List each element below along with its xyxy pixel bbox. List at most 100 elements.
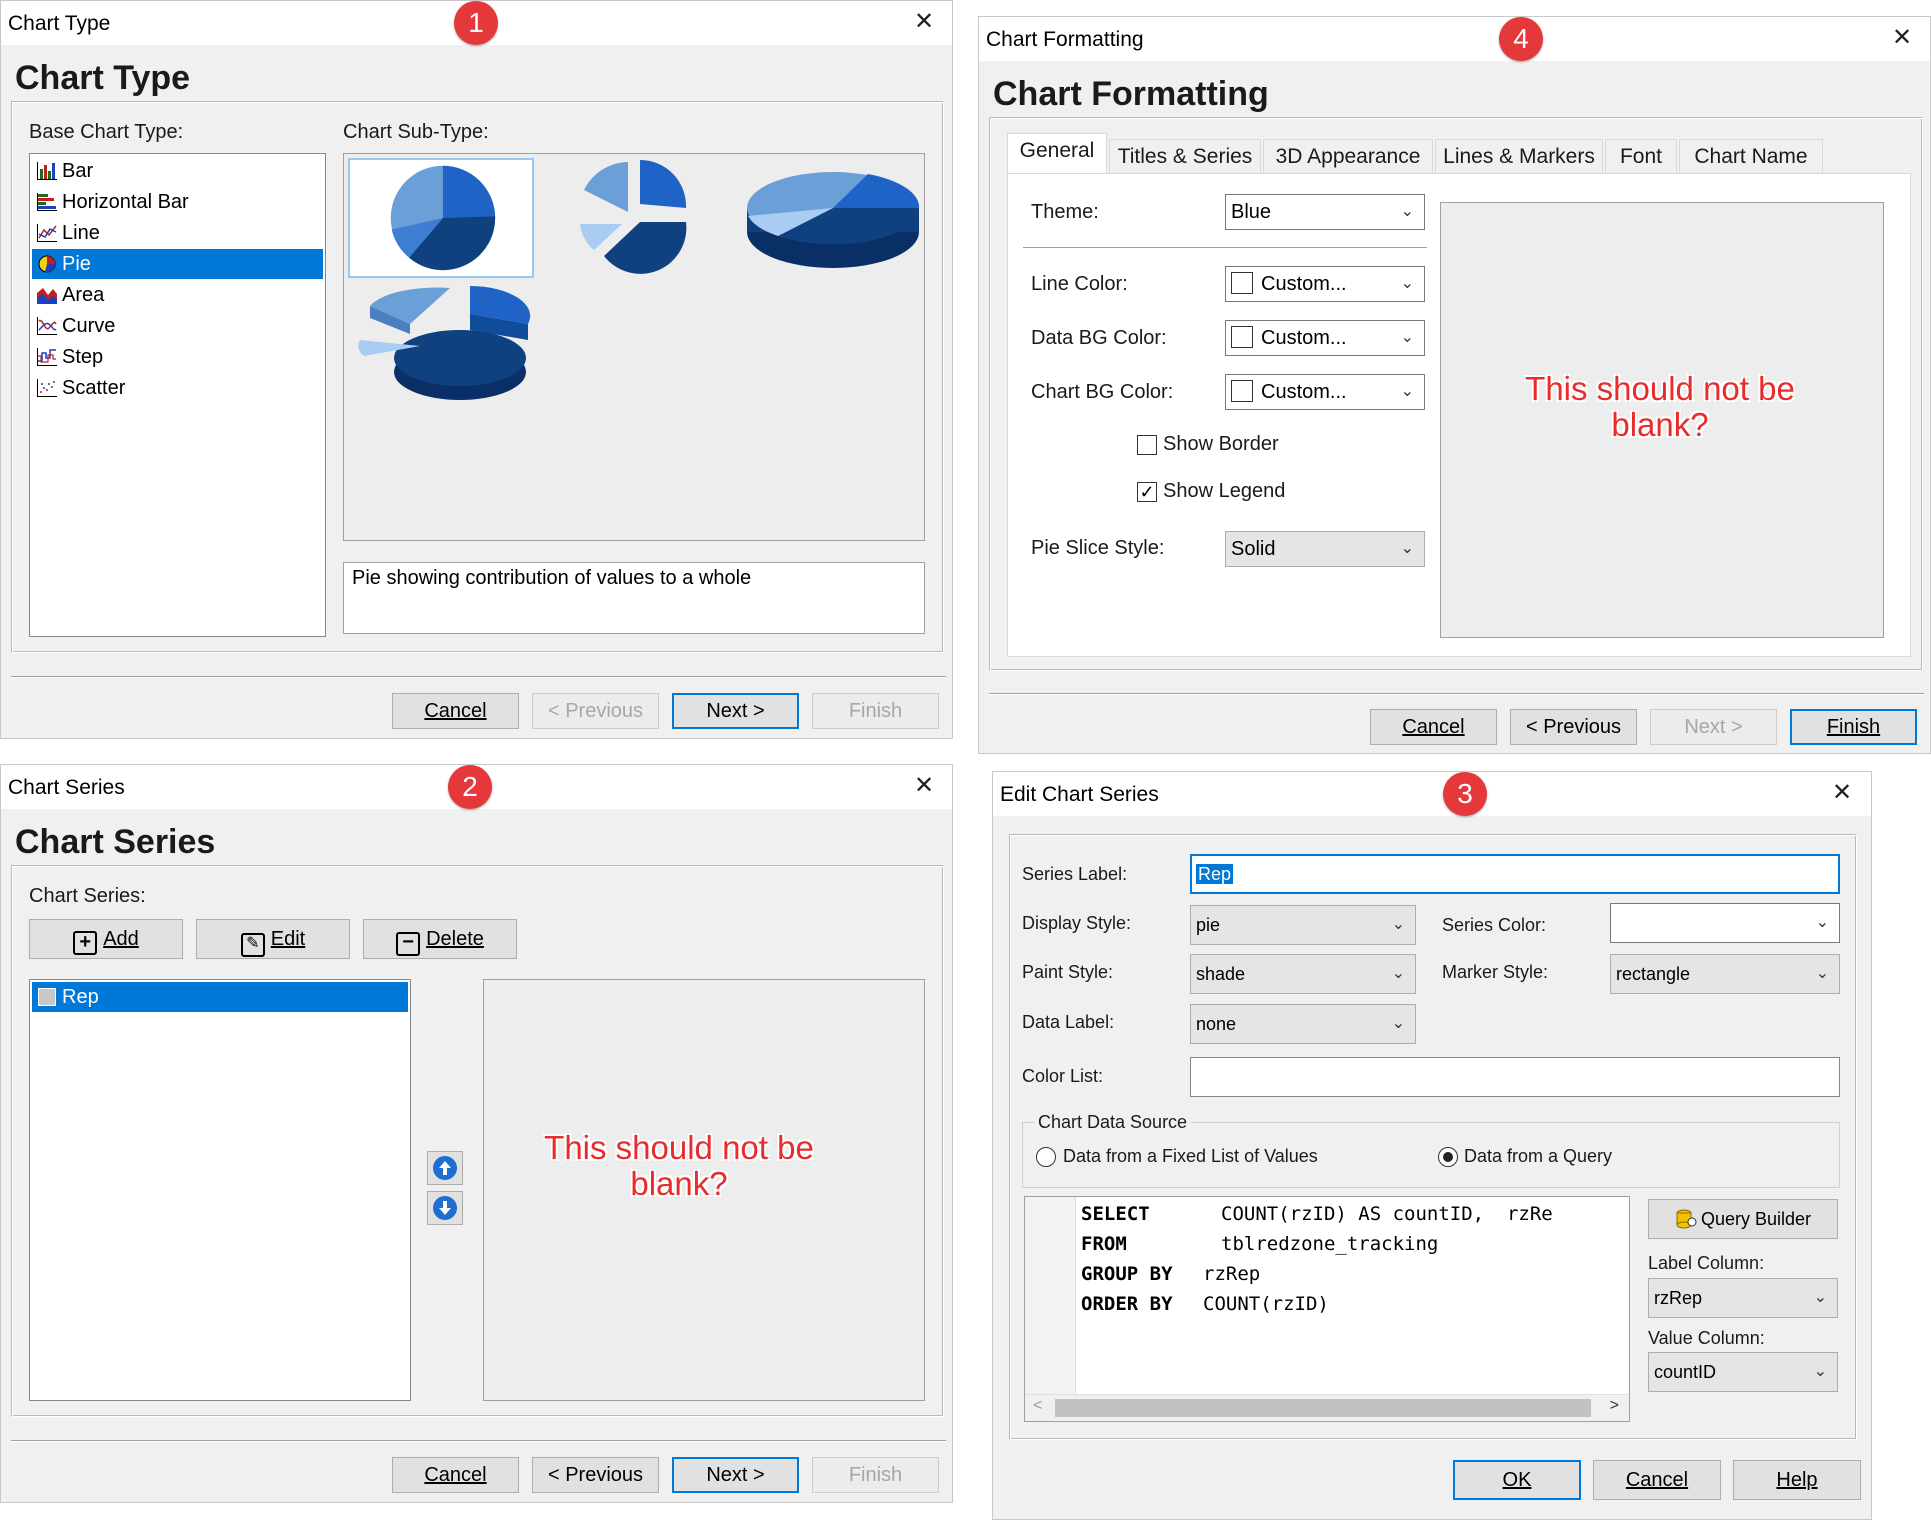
display-style-select[interactable]: pie ⌄: [1190, 905, 1416, 945]
delete-button[interactable]: − Delete: [363, 919, 517, 959]
sub-type-description: Pie showing contribution of values to a …: [343, 562, 925, 634]
tab-chart-name[interactable]: Chart Name: [1679, 139, 1823, 173]
series-label-label: Series Label:: [1022, 864, 1128, 884]
list-item-step[interactable]: Step: [32, 342, 323, 372]
paint-style-label: Paint Style:: [1022, 962, 1114, 982]
divider: [1023, 247, 1427, 249]
list-item-bar[interactable]: Bar: [32, 156, 323, 186]
cancel-button[interactable]: Cancel: [1370, 709, 1497, 745]
scrollbar-thumb[interactable]: [1055, 1399, 1591, 1417]
sql-editor[interactable]: SELECT COUNT(rzID) AS countID, rzRe FROM t…: [1024, 1196, 1630, 1422]
list-item-pie[interactable]: Pie: [32, 249, 323, 279]
minus-icon: −: [396, 932, 421, 956]
close-icon[interactable]: ✕: [907, 5, 941, 39]
title-bar: Edit Chart Series ✕: [993, 772, 1871, 816]
next-button[interactable]: Next >: [1650, 709, 1777, 745]
list-item-line[interactable]: Line: [32, 218, 323, 248]
fixed-list-radio[interactable]: [1036, 1147, 1056, 1167]
series-name: Rep: [62, 986, 99, 1008]
previous-button[interactable]: < Previous: [532, 693, 659, 729]
base-chart-type-list[interactable]: Bar Horizontal Bar Line Pie Area Curve S…: [29, 153, 326, 637]
data-label-select[interactable]: none ⌄: [1190, 1004, 1416, 1044]
theme-select[interactable]: Blue ⌄: [1225, 194, 1425, 230]
query-radio[interactable]: [1438, 1147, 1458, 1167]
color-swatch: [1231, 272, 1253, 294]
horizontal-scrollbar[interactable]: < >: [1025, 1394, 1629, 1421]
list-item-label: Step: [62, 346, 104, 368]
marker-style-select[interactable]: rectangle ⌄: [1610, 954, 1840, 994]
sub-type-pie-exploded[interactable]: [544, 160, 730, 280]
ok-button[interactable]: OK: [1453, 1460, 1581, 1500]
previous-button[interactable]: < Previous: [532, 1457, 659, 1493]
next-button[interactable]: Next >: [672, 693, 799, 729]
scroll-right-icon[interactable]: >: [1610, 1397, 1619, 1415]
close-icon[interactable]: ✕: [1885, 21, 1919, 55]
pie-slice-style-select[interactable]: Solid ⌄: [1225, 531, 1425, 567]
add-button[interactable]: + Add: [29, 919, 183, 959]
sql-text: COUNT(rzID): [1203, 1293, 1329, 1315]
sql-text: rzRep: [1203, 1263, 1261, 1285]
value-column-select[interactable]: countID ⌄: [1648, 1352, 1838, 1392]
sub-type-pie-flat[interactable]: [348, 158, 534, 278]
chevron-down-icon: ⌄: [1391, 1015, 1405, 1032]
chevron-down-icon: ⌄: [1400, 540, 1414, 557]
data-bg-color-select[interactable]: Custom... ⌄: [1225, 320, 1425, 356]
sub-type-pie-3d-exploded[interactable]: [350, 284, 536, 414]
color-list-input[interactable]: [1190, 1057, 1840, 1097]
edit-button[interactable]: ✎ Edit: [196, 919, 350, 959]
line-color-select[interactable]: Custom... ⌄: [1225, 266, 1425, 302]
help-button[interactable]: Help: [1733, 1460, 1861, 1500]
line-chart-icon: [37, 224, 57, 242]
list-item-scatter[interactable]: Scatter: [32, 373, 323, 403]
scroll-left-icon[interactable]: <: [1033, 1397, 1042, 1415]
button-label: Cancel: [1625, 1469, 1689, 1491]
list-item-curve[interactable]: Curve: [32, 311, 323, 341]
window-title: Chart Type: [8, 12, 111, 35]
cancel-button[interactable]: Cancel: [392, 1457, 519, 1493]
cancel-button[interactable]: Cancel: [1593, 1460, 1721, 1500]
series-color-select[interactable]: ⌄: [1610, 903, 1840, 943]
finish-button[interactable]: Finish: [812, 693, 939, 729]
chevron-down-icon: ⌄: [1391, 965, 1405, 982]
select-value: countID: [1654, 1362, 1717, 1382]
button-label: Help: [1776, 1469, 1818, 1491]
chart-preview-panel: This should not be blank?: [1440, 202, 1884, 638]
sub-type-pie-3d[interactable]: [738, 160, 924, 280]
chart-bg-color-select[interactable]: Custom... ⌄: [1225, 374, 1425, 410]
tab-3d-appearance[interactable]: 3D Appearance: [1263, 139, 1433, 173]
close-icon[interactable]: ✕: [1825, 776, 1859, 810]
tab-font[interactable]: Font: [1605, 139, 1677, 173]
move-up-button[interactable]: [427, 1151, 463, 1185]
step-chart-icon: [37, 348, 57, 366]
series-list[interactable]: Rep: [29, 979, 411, 1401]
tab-lines-markers[interactable]: Lines & Markers: [1435, 139, 1603, 173]
page-title: Chart Type: [15, 59, 191, 97]
button-label: Cancel: [1402, 716, 1465, 738]
chevron-down-icon: ⌄: [1815, 965, 1829, 982]
query-builder-button[interactable]: Query Builder: [1648, 1199, 1838, 1239]
button-label: Finish: [1826, 716, 1881, 738]
finish-button[interactable]: Finish: [1790, 709, 1917, 745]
paint-style-select[interactable]: shade ⌄: [1190, 954, 1416, 994]
show-border-checkbox[interactable]: [1137, 435, 1157, 455]
chart-series-dialog: Chart Series ✕ 2 Chart Series Chart Seri…: [0, 764, 953, 1503]
move-down-button[interactable]: [427, 1191, 463, 1225]
next-button[interactable]: Next >: [672, 1457, 799, 1493]
value-column-label: Value Column:: [1648, 1328, 1765, 1348]
list-item-horizontal-bar[interactable]: Horizontal Bar: [32, 187, 323, 217]
sql-keyword: GROUP BY: [1081, 1263, 1173, 1285]
show-legend-checkbox[interactable]: ✓: [1137, 482, 1157, 502]
tab-titles-series[interactable]: Titles & Series: [1109, 139, 1261, 173]
window-title: Chart Series: [8, 776, 125, 799]
cancel-button[interactable]: Cancel: [392, 693, 519, 729]
previous-button[interactable]: < Previous: [1510, 709, 1637, 745]
label-column-select[interactable]: rzRep ⌄: [1648, 1278, 1838, 1318]
series-list-item[interactable]: Rep: [32, 982, 408, 1012]
finish-button[interactable]: Finish: [812, 1457, 939, 1493]
chevron-down-icon: ⌄: [1815, 914, 1829, 931]
tab-general[interactable]: General: [1007, 133, 1107, 173]
series-label-input[interactable]: Rep: [1190, 854, 1840, 894]
chart-series-label: Chart Series:: [29, 885, 146, 907]
close-icon[interactable]: ✕: [907, 769, 941, 803]
list-item-area[interactable]: Area: [32, 280, 323, 310]
